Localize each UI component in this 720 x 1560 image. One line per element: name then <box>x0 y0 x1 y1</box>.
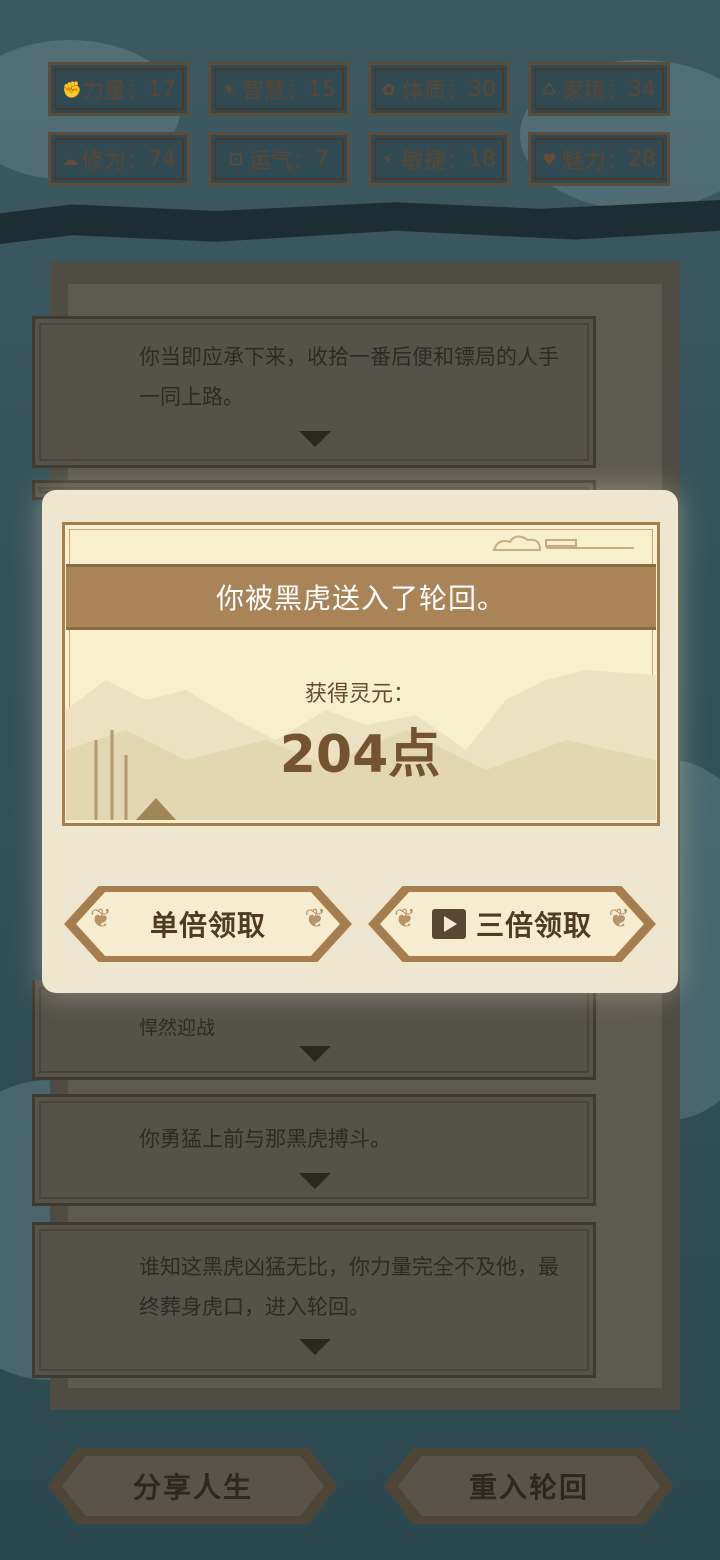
triple-claim-button[interactable]: ❦ ❦ 三倍领取 <box>368 886 656 962</box>
story-text: 谁知这黑虎凶猛无比，你力量完全不及他，最终葬身虎口，进入轮回。 <box>139 1255 559 1319</box>
stat-value: 30 <box>468 76 497 102</box>
stat-label: 体质 <box>401 79 446 104</box>
fist-icon: ✊ <box>61 79 82 99</box>
cloud-ornament-icon <box>492 535 634 551</box>
stat-label: 智慧 <box>241 79 286 104</box>
stat-agility: ⚡ 敏捷： 18 <box>368 132 510 186</box>
stat-label: 敏捷 <box>401 149 446 174</box>
ink-brush-divider <box>0 200 720 244</box>
stat-strength: ✊ 力量： 17 <box>48 62 190 116</box>
stat-label: 魅力 <box>561 149 606 174</box>
story-card: 你当即应承下来，收拾一番后便和镖局的人手一同上路。 <box>32 316 596 468</box>
stat-charm: ♥ 魅力： 28 <box>528 132 670 186</box>
story-card: 悍然迎战 <box>32 980 596 1080</box>
stat-value: 15 <box>308 76 337 102</box>
stat-cultivation: ☁ 修为： 74 <box>48 132 190 186</box>
single-claim-label: 单倍领取 <box>149 909 266 942</box>
reward-label: 获得灵元： <box>304 682 415 707</box>
story-text: 你勇猛上前与那黑虎搏斗。 <box>139 1127 391 1151</box>
share-life-label: 分享人生 <box>132 1471 253 1504</box>
story-text: 悍然迎战 <box>139 1017 216 1039</box>
stat-value: 28 <box>628 146 657 172</box>
triple-claim-label: 三倍领取 <box>475 909 592 942</box>
restart-reincarnation-button[interactable]: 重入轮回 <box>384 1448 674 1524</box>
modal-title-banner: 你被黑虎送入了轮回。 <box>66 564 656 630</box>
cloud-icon: ☁ <box>61 149 78 169</box>
stat-value: 18 <box>468 146 497 172</box>
stat-label: 修为 <box>81 149 126 174</box>
share-life-button[interactable]: 分享人生 <box>48 1448 338 1524</box>
game-screen: ✊ 力量： 17 ☀ 智慧： 15 ✿ 体质： 30 ♺ 家境： 34 ☁ 修为… <box>0 0 720 1560</box>
dice-icon: ⚀ <box>228 149 243 169</box>
restart-reincarnation-label: 重入轮回 <box>468 1471 589 1504</box>
stat-label: 力量 <box>81 79 126 104</box>
video-play-icon <box>431 909 466 939</box>
triangle-down-icon <box>299 1173 331 1189</box>
stat-value: 74 <box>148 146 177 172</box>
modal-title: 你被黑虎送入了轮回。 <box>215 582 506 615</box>
bulb-icon: ☀ <box>221 79 237 99</box>
hands-icon: ♺ <box>541 79 557 99</box>
stat-label: 家境 <box>561 79 606 104</box>
triangle-down-icon <box>299 1339 331 1355</box>
heart-icon: ♥ <box>541 149 557 169</box>
stat-label: 运气 <box>248 149 293 174</box>
story-card: 你勇猛上前与那黑虎搏斗。 <box>32 1094 596 1206</box>
stat-value: 7 <box>315 146 330 172</box>
flower-icon: ✿ <box>381 79 396 99</box>
stat-value: 34 <box>628 76 657 102</box>
reward-value: 204点 <box>279 725 441 785</box>
reward-modal: 你被黑虎送入了轮回。 获得灵元： 204点 ❦ ❦ 单倍领取 ❦ ❦ 三倍领取 <box>42 490 678 993</box>
story-card: 谁知这黑虎凶猛无比，你力量完全不及他，最终葬身虎口，进入轮回。 <box>32 1222 596 1378</box>
story-text: 你当即应承下来，收拾一番后便和镖局的人手一同上路。 <box>139 345 559 409</box>
triangle-down-icon <box>299 431 331 447</box>
stat-family: ♺ 家境： 34 <box>528 62 670 116</box>
stat-constitution: ✿ 体质： 30 <box>368 62 510 116</box>
stat-luck: ⚀ 运气： 7 <box>208 132 350 186</box>
triangle-down-icon <box>299 1046 331 1062</box>
stat-wisdom: ☀ 智慧： 15 <box>208 62 350 116</box>
stat-value: 17 <box>148 76 177 102</box>
lightning-icon: ⚡ <box>381 149 394 169</box>
single-claim-button[interactable]: ❦ ❦ 单倍领取 <box>64 886 352 962</box>
